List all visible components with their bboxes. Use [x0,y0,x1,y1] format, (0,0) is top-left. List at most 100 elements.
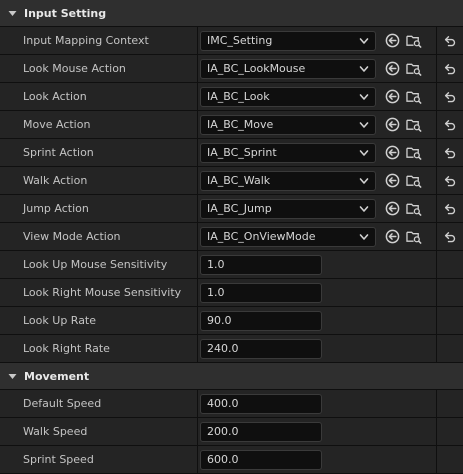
asset-picker-value: IA_BC_LookMouse [207,62,306,75]
section-title: Input Setting [24,6,107,20]
reset-cell [437,111,463,138]
property-value-cell: IA_BC_Sprint [198,139,437,166]
reset-arrow-icon[interactable] [444,203,456,215]
property-value-cell: 200.0 [198,418,437,445]
asset-picker-combo[interactable]: IMC_Setting [200,30,376,51]
asset-picker-combo[interactable]: IA_BC_OnViewMode [200,226,376,247]
property-row: Default Speed 400.0 [0,390,463,418]
chevron-down-icon[interactable] [359,64,369,74]
reset-arrow-icon[interactable] [444,147,456,159]
asset-buttons [385,145,422,160]
asset-buttons [385,117,422,132]
chevron-down-icon[interactable] [359,148,369,158]
number-input[interactable]: 600.0 [200,449,322,470]
folder-search-icon[interactable] [406,145,422,160]
folder-search-icon[interactable] [406,89,422,104]
reset-arrow-icon[interactable] [444,63,456,75]
arrow-left-circle-icon[interactable] [385,33,400,48]
arrow-left-circle-icon[interactable] [385,229,400,244]
property-label: Jump Action [0,195,198,222]
chevron-down-icon[interactable] [359,232,369,242]
reset-cell [437,251,463,278]
chevron-down-icon[interactable] [359,120,369,130]
folder-search-icon[interactable] [406,117,422,132]
section-header[interactable]: Movement [0,363,463,390]
number-input[interactable]: 1.0 [200,282,322,303]
asset-picker-value: IA_BC_Move [207,118,274,131]
arrow-left-circle-icon[interactable] [385,89,400,104]
number-input[interactable]: 200.0 [200,421,322,442]
arrow-left-circle-icon[interactable] [385,201,400,216]
property-label: Look Up Mouse Sensitivity [0,251,198,278]
property-row: Move Action IA_BC_Move [0,111,463,139]
asset-picker-combo[interactable]: IA_BC_Move [200,114,376,135]
property-label: Look Mouse Action [0,55,198,82]
arrow-left-circle-icon[interactable] [385,117,400,132]
chevron-down-icon[interactable] [359,92,369,102]
number-input[interactable]: 240.0 [200,338,322,359]
property-row: Walk Action IA_BC_Walk [0,167,463,195]
property-value-cell: IA_BC_Move [198,111,437,138]
asset-buttons [385,229,422,244]
property-row: View Mode Action IA_BC_OnViewMode [0,223,463,251]
arrow-left-circle-icon[interactable] [385,173,400,188]
reset-cell [437,55,463,82]
asset-picker-combo[interactable]: IA_BC_Sprint [200,142,376,163]
property-label: Walk Action [0,167,198,194]
reset-cell [437,27,463,54]
section-header[interactable]: Input Setting [0,0,463,27]
reset-cell [437,307,463,334]
number-input[interactable]: 1.0 [200,254,322,275]
reset-cell [437,83,463,110]
reset-arrow-icon[interactable] [444,119,456,131]
asset-picker-value: IA_BC_Jump [207,202,272,215]
property-label: Look Up Rate [0,307,198,334]
arrow-left-circle-icon[interactable] [385,145,400,160]
property-label: Walk Speed [0,418,198,445]
property-label: Sprint Speed [0,446,198,473]
reset-arrow-icon[interactable] [444,175,456,187]
property-row: Input Mapping Context IMC_Setting [0,27,463,55]
chevron-down-icon[interactable] [0,9,24,18]
asset-picker-combo[interactable]: IA_BC_LookMouse [200,58,376,79]
property-label: Sprint Action [0,139,198,166]
asset-buttons [385,33,422,48]
number-input[interactable]: 90.0 [200,310,322,331]
number-input[interactable]: 400.0 [200,393,322,414]
property-label: Input Mapping Context [0,27,198,54]
arrow-left-circle-icon[interactable] [385,61,400,76]
property-row: Look Up Rate 90.0 [0,307,463,335]
asset-picker-combo[interactable]: IA_BC_Walk [200,170,376,191]
folder-search-icon[interactable] [406,229,422,244]
reset-cell [437,446,463,473]
reset-arrow-icon[interactable] [444,91,456,103]
folder-search-icon[interactable] [406,61,422,76]
property-row: Sprint Speed 600.0 [0,446,463,474]
asset-picker-value: IA_BC_Walk [207,174,271,187]
asset-buttons [385,61,422,76]
asset-picker-combo[interactable]: IA_BC_Jump [200,198,376,219]
folder-search-icon[interactable] [406,201,422,216]
property-value-cell: 1.0 [198,279,437,306]
property-label: Look Action [0,83,198,110]
property-row: Look Right Mouse Sensitivity 1.0 [0,279,463,307]
chevron-down-icon[interactable] [0,372,24,381]
property-row: Jump Action IA_BC_Jump [0,195,463,223]
property-value-cell: IA_BC_OnViewMode [198,223,437,250]
chevron-down-icon[interactable] [359,176,369,186]
chevron-down-icon[interactable] [359,36,369,46]
reset-arrow-icon[interactable] [444,231,456,243]
property-label: Default Speed [0,390,198,417]
chevron-down-icon[interactable] [359,204,369,214]
reset-cell [437,195,463,222]
folder-search-icon[interactable] [406,33,422,48]
asset-picker-combo[interactable]: IA_BC_Look [200,86,376,107]
folder-search-icon[interactable] [406,173,422,188]
property-label: Look Right Rate [0,335,198,362]
property-value-cell: 400.0 [198,390,437,417]
property-row: Walk Speed 200.0 [0,418,463,446]
reset-cell [437,167,463,194]
reset-arrow-icon[interactable] [444,35,456,47]
property-value-cell: IMC_Setting [198,27,437,54]
property-row: Look Up Mouse Sensitivity 1.0 [0,251,463,279]
